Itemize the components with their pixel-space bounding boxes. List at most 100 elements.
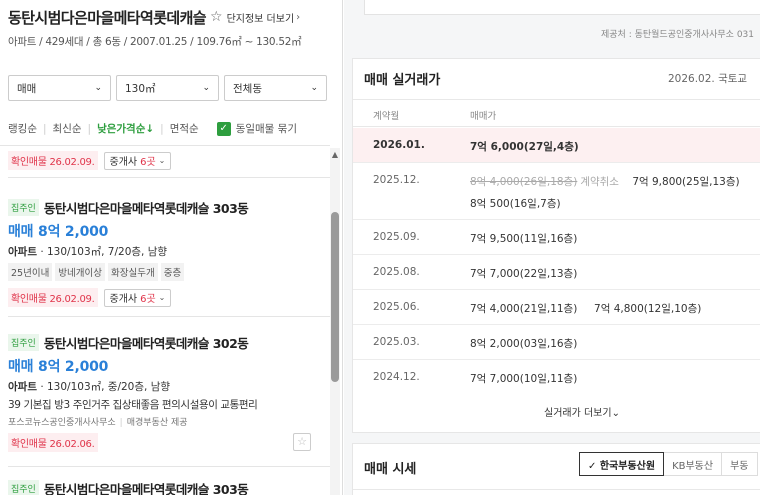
verified-badge: 확인매물 26.02.09. xyxy=(8,288,98,307)
row-date: 2025.03. xyxy=(373,336,420,348)
agent-count-button[interactable]: 중개사 6곳 ⌄ xyxy=(103,151,172,170)
listing-type: 아파트 xyxy=(8,381,37,393)
row-price: 7억 4,000(21일,11층) 7억 4,800(12일,10층) xyxy=(470,301,701,316)
select-value: 130㎡ xyxy=(125,82,156,95)
chevron-down-icon: ⌄ xyxy=(202,83,210,93)
table-row: 2025.09. 7억 9,500(11일,16층) xyxy=(353,220,760,255)
provider-text: 제공처 : 동탄월드공인중개사사무소 031 xyxy=(601,30,754,40)
agency-info-box xyxy=(364,0,760,15)
scrollbar-thumb[interactable] xyxy=(331,212,339,382)
complex-title: 동탄시범다은마을메타역롯데캐슬 xyxy=(8,8,207,27)
complex-header: 동탄시범다은마을메타역롯데캐슬 ☆ 단지정보 더보기 › xyxy=(8,6,300,28)
row-price-1: 7억 4,000(21일,11층) xyxy=(470,303,578,315)
col-price: 매매가 xyxy=(470,111,497,122)
verified-badge: 확인매물 26.02.06. xyxy=(8,433,98,452)
sort-low-price[interactable]: 낮은가격순↓ xyxy=(97,121,154,136)
verified-badge: 확인매물 26.02.09. xyxy=(8,151,98,170)
listing-spec-text: 130/103㎡, 7/20층, 남향 xyxy=(47,246,168,258)
tab-reb[interactable]: ✓ 한국부동산원 xyxy=(579,452,665,476)
cancelled-price: 8억 4,000(26일,18층) xyxy=(470,176,578,188)
listing-name[interactable]: 동탄시범다은마을메타역롯데캐슬 303동 xyxy=(44,198,249,217)
market-price-card: 매매 시세 ✓ 한국부동산원 KB부동산 부동 xyxy=(352,443,760,495)
table-row: 2025.12. 8억 4,000(26일,18층) 계약취소 7억 9,800(… xyxy=(353,163,760,220)
chevron-down-icon: ⌄ xyxy=(158,293,166,302)
sort-ranking[interactable]: 랭킹순 xyxy=(8,121,37,136)
sort-area[interactable]: 면적순 xyxy=(170,121,199,136)
select-value: 매매 xyxy=(17,82,37,95)
row-price-2: 7억 9,800(25일,13층) xyxy=(632,176,740,188)
transaction-date: 2026.02. 국토교 xyxy=(668,73,748,85)
area-select[interactable]: 130㎡ ⌄ xyxy=(116,75,219,101)
agency-name: 포스코뉴스공인중개사사무소 xyxy=(8,418,116,428)
row-price: 7억 7,000(22일,13층) xyxy=(470,268,578,280)
transaction-title: 매매 실거래가 xyxy=(364,73,441,88)
group-duplicates-checkbox[interactable]: ✓ xyxy=(216,121,231,136)
table-row: 2026.01. 7억 6,000(27일,4층) xyxy=(353,128,760,163)
provider-name: 매경부동산 제공 xyxy=(126,418,188,428)
listing-spec: 아파트 · 130/103㎡, 7/20층, 남향 xyxy=(8,246,168,258)
listing-spec-text: 130/103㎡, 중/20층, 남향 xyxy=(47,381,171,393)
table-row: 2025.03. 8억 2,000(03일,16층) xyxy=(353,325,760,360)
list-item[interactable]: 확인매물 26.02.09. 중개사 6곳 ⌄ xyxy=(0,151,330,170)
list-item[interactable]: 집주인 동탄시범다은마을메타역롯데캐슬 302동 매매 8억 2,000 아파트… xyxy=(0,333,330,452)
listing-price: 매매 8억 2,000 xyxy=(8,359,109,375)
listing-spec: 아파트 · 130/103㎡, 중/20층, 남향 xyxy=(8,381,171,393)
listing-panel: 동탄시범다은마을메타역롯데캐슬 ☆ 단지정보 더보기 › 아파트 / 429세대… xyxy=(0,0,343,495)
tag: 화장실두개 xyxy=(108,263,158,281)
chevron-down-icon: ⌄ xyxy=(94,83,102,93)
listing-name[interactable]: 동탄시범다은마을메타역롯데캐슬 302동 xyxy=(44,333,249,352)
agent-label: 중개사 xyxy=(109,294,138,305)
tab-other[interactable]: 부동 xyxy=(722,452,758,476)
scroll-up-icon[interactable]: ▲ xyxy=(330,150,340,159)
row-date: 2024.12. xyxy=(373,371,420,383)
agent-count-button[interactable]: 중개사 6곳 ⌄ xyxy=(103,288,172,307)
divider xyxy=(8,177,330,178)
row-date: 2025.12. xyxy=(373,174,420,186)
table-row: 2025.06. 7억 4,000(21일,11층) 7억 4,800(12일,… xyxy=(353,290,760,325)
trade-type-select[interactable]: 매매 ⌄ xyxy=(8,75,111,101)
market-source-tabs: ✓ 한국부동산원 KB부동산 부동 xyxy=(579,452,758,476)
row-price: 7억 7,000(10일,11층) xyxy=(470,373,578,385)
chevron-down-icon: ⌄ xyxy=(310,83,318,93)
transaction-card: 매매 실거래가 2026.02. 국토교 계약월 매매가 2026.01. 7억… xyxy=(352,58,760,433)
more-transactions-link[interactable]: 실거래가 더보기⌄ xyxy=(544,404,620,419)
chevron-down-icon: ⌄ xyxy=(611,408,620,419)
row-price: 8억 2,000(03일,16층) xyxy=(470,338,578,350)
favorite-star-button[interactable]: ☆ xyxy=(293,433,311,451)
chevron-down-icon: ⌄ xyxy=(158,156,166,165)
group-duplicates-label[interactable]: 동일매물 묶기 xyxy=(236,121,297,136)
more-label: 실거래가 더보기 xyxy=(544,408,612,419)
row-date: 2026.01. xyxy=(373,139,425,151)
listing-description: 39 기본집 방3 주인거주 집상태좋음 편의시설용이 교통편리 xyxy=(8,399,258,411)
divider xyxy=(8,466,330,467)
tag: 25년이내 xyxy=(8,263,53,281)
complex-subinfo: 아파트 / 429세대 / 총 6동 / 2007.01.25 / 109.76… xyxy=(8,36,302,48)
row-price: 7억 9,500(11일,16층) xyxy=(470,233,578,245)
row-price: 8억 4,000(26일,18층) 계약취소 7억 9,800(25일,13층) xyxy=(470,174,740,189)
listing-price: 매매 8억 2,000 xyxy=(8,224,109,240)
tab-kb[interactable]: KB부동산 xyxy=(664,452,723,476)
star-icon[interactable]: ☆ xyxy=(210,9,223,25)
transaction-table-header: 계약월 매매가 xyxy=(353,99,760,127)
col-contract-month: 계약월 xyxy=(373,111,400,122)
agent-label: 중개사 xyxy=(109,157,138,168)
table-row: 2025.08. 7억 7,000(22일,13층) xyxy=(353,255,760,290)
table-row: 2024.12. 7억 7,000(10일,11층) xyxy=(353,360,760,395)
divider: | xyxy=(42,122,47,135)
row-price: 7억 6,000(27일,4층) xyxy=(470,141,579,153)
row-date: 2025.09. xyxy=(373,231,420,243)
divider: | xyxy=(87,122,92,135)
list-item[interactable]: 집주인 동탄시범다은마을메타역롯데캐슬 303동 매매 8억 2,000 아파트… xyxy=(0,198,330,307)
agent-count: 6곳 xyxy=(140,157,156,168)
owner-badge: 집주인 xyxy=(8,334,39,351)
cancel-label: 계약취소 xyxy=(580,176,619,188)
select-value: 전체동 xyxy=(233,82,262,95)
listing-name[interactable]: 동탄시범다은마을메타역롯데캐슬 303동 xyxy=(44,479,249,495)
listing-list: 확인매물 26.02.09. 중개사 6곳 ⌄ 집주인 동탄시범다은마을메타역롯… xyxy=(0,145,330,495)
listing-type: 아파트 xyxy=(8,246,37,258)
row-price-3: 8억 500(16일,7층) xyxy=(470,198,561,210)
complex-info-link[interactable]: 단지정보 더보기 xyxy=(227,10,295,25)
sort-latest[interactable]: 최신순 xyxy=(53,121,82,136)
building-select[interactable]: 전체동 ⌄ xyxy=(224,75,327,101)
list-item[interactable]: 집주인 동탄시범다은마을메타역롯데캐슬 303동 xyxy=(0,479,330,495)
